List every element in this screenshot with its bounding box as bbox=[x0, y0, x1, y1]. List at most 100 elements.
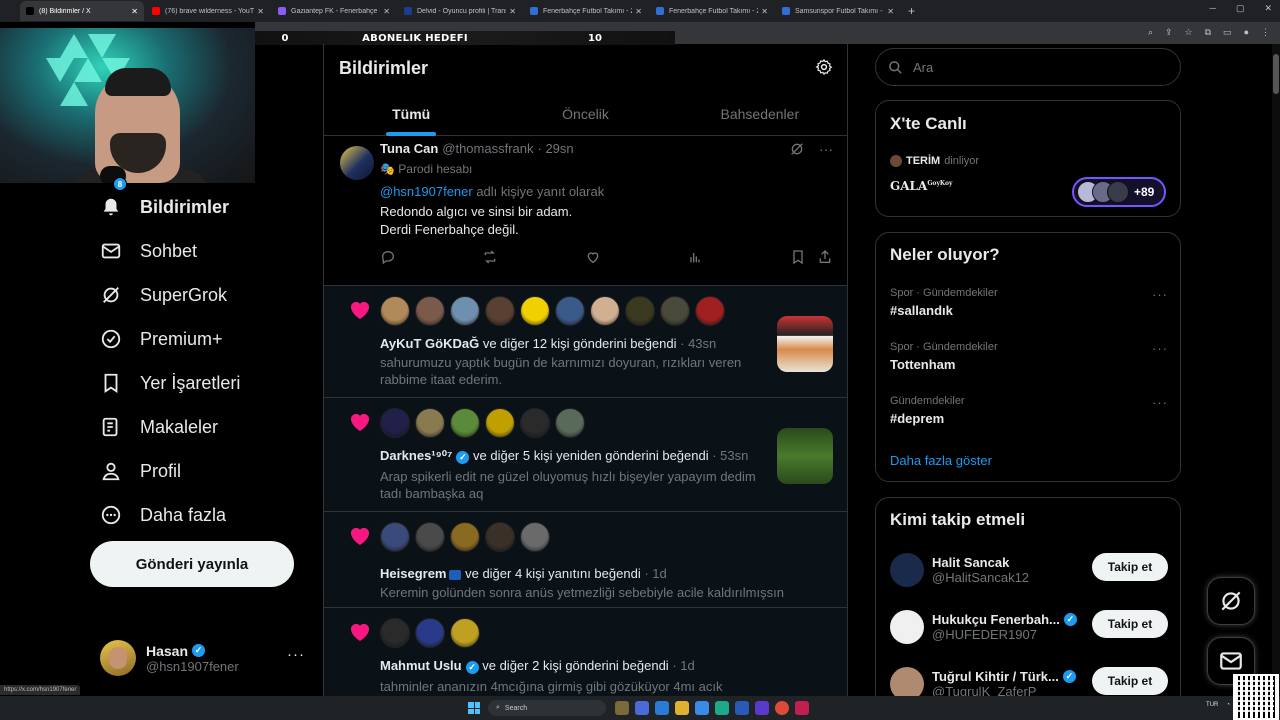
more-options-icon[interactable]: ··· bbox=[287, 646, 305, 663]
share-icon[interactable]: ⇪ bbox=[1165, 27, 1173, 38]
follow-button[interactable]: Takip et bbox=[1092, 553, 1168, 581]
bookmark-icon[interactable] bbox=[790, 249, 806, 265]
close-window-icon[interactable]: ✕ bbox=[1264, 3, 1272, 14]
repost-icon[interactable] bbox=[482, 249, 498, 265]
avatar[interactable] bbox=[450, 522, 480, 552]
browser-tab[interactable]: Fenerbahçe Futbol Takımı - 202 ✕ bbox=[524, 1, 648, 21]
browser-tab[interactable]: Gaziantep FK - Fenerbahçe Maç✕ bbox=[272, 1, 396, 21]
listener-name[interactable]: TERİM bbox=[906, 155, 940, 167]
account-switcher[interactable]: Hasan ✓ @hsn1907fener ··· bbox=[100, 638, 315, 678]
scrollbar-thumb[interactable] bbox=[1273, 54, 1279, 94]
search-input[interactable] bbox=[913, 59, 1153, 75]
avatar[interactable] bbox=[695, 296, 725, 326]
chrome-icon[interactable] bbox=[775, 701, 789, 715]
avatar[interactable] bbox=[660, 296, 690, 326]
follow-button[interactable]: Takip et bbox=[1092, 610, 1168, 638]
notification-user[interactable]: Mahmut Uslu bbox=[380, 658, 462, 673]
tab-mentions[interactable]: Bahsedenler bbox=[673, 92, 847, 136]
avatar[interactable] bbox=[625, 296, 655, 326]
language-indicator[interactable]: TUR bbox=[1206, 702, 1218, 708]
close-tab-icon[interactable]: ✕ bbox=[383, 7, 390, 16]
like-notification[interactable]: AyKuT GöKDaĞ ve diğer 12 kişi gönderini … bbox=[324, 286, 847, 398]
avatar[interactable] bbox=[415, 408, 445, 438]
more-options-icon[interactable]: ··· bbox=[819, 141, 833, 157]
avatar[interactable] bbox=[450, 618, 480, 648]
avatar[interactable] bbox=[890, 553, 924, 587]
like-notification[interactable]: Darknes¹⁹⁰⁷ ✓ ve diğer 5 kişi yeniden gön… bbox=[324, 398, 847, 512]
wifi-icon[interactable]: ◔ bbox=[1226, 702, 1230, 708]
close-tab-icon[interactable]: ✕ bbox=[761, 7, 768, 16]
avatar[interactable] bbox=[415, 522, 445, 552]
browser-tab[interactable]: (8) Bildirimler / X ✕ bbox=[20, 1, 144, 21]
minimize-icon[interactable]: ─ bbox=[1210, 3, 1216, 14]
post-thumbnail[interactable] bbox=[777, 316, 833, 372]
scrollbar[interactable] bbox=[1272, 44, 1280, 696]
avatar[interactable] bbox=[340, 146, 374, 180]
search-box[interactable] bbox=[875, 48, 1181, 86]
close-tab-icon[interactable]: ✕ bbox=[509, 7, 516, 16]
profile-icon[interactable]: ● bbox=[1244, 27, 1249, 38]
show-more-link[interactable]: Daha fazla göster bbox=[890, 453, 992, 468]
close-tab-icon[interactable]: ✕ bbox=[257, 7, 264, 16]
menu-icon[interactable]: ⋮ bbox=[1261, 27, 1270, 38]
folder-icon[interactable] bbox=[675, 701, 689, 715]
windows-start-icon[interactable] bbox=[468, 702, 480, 714]
more-options-icon[interactable]: ··· bbox=[1152, 287, 1168, 302]
zoom-icon[interactable]: ⌕ bbox=[1148, 27, 1153, 38]
star-icon[interactable]: ☆ bbox=[1185, 27, 1193, 38]
notification-user[interactable]: AyKuT GöKDaĞ bbox=[380, 336, 479, 351]
extensions-icon[interactable]: ⧉ bbox=[1205, 27, 1211, 38]
avatar[interactable] bbox=[380, 618, 410, 648]
browser-tab[interactable]: (76) brave wilderness - YouTube✕ bbox=[146, 1, 270, 21]
more-options-icon[interactable]: ··· bbox=[1152, 395, 1168, 410]
views-icon[interactable] bbox=[687, 249, 703, 265]
space-title[interactable]: GALAGoyKoy bbox=[890, 179, 953, 193]
notification-user[interactable]: Darknes¹⁹⁰⁷ bbox=[380, 448, 452, 463]
grok-icon[interactable] bbox=[789, 141, 805, 157]
close-tab-icon[interactable]: ✕ bbox=[635, 7, 642, 16]
gear-icon[interactable] bbox=[815, 58, 833, 76]
taskbar-app-icon[interactable] bbox=[755, 701, 769, 715]
space-listeners-pill[interactable]: +89 bbox=[1072, 177, 1166, 207]
like-notification[interactable]: Heisegrem ve diğer 4 kişi yanıtını beğen… bbox=[324, 512, 847, 608]
avatar[interactable] bbox=[380, 296, 410, 326]
sidebar-icon[interactable]: ▭ bbox=[1223, 27, 1232, 38]
follow-button[interactable]: Takip et bbox=[1092, 667, 1168, 695]
taskbar-app-icon[interactable] bbox=[795, 701, 809, 715]
grok-floating-button[interactable] bbox=[1207, 577, 1255, 625]
follow-suggestion[interactable]: Hukukçu Fenerbah... ✓ @HUFEDER1907 Takip … bbox=[890, 605, 1168, 649]
nav-chat[interactable]: Sohbet bbox=[90, 229, 320, 273]
tab-all[interactable]: Tümü bbox=[324, 92, 498, 136]
nav-notifications[interactable]: 8 Bildirimler bbox=[90, 177, 320, 229]
reply-icon[interactable] bbox=[380, 249, 396, 265]
avatar[interactable] bbox=[485, 296, 515, 326]
avatar[interactable] bbox=[450, 296, 480, 326]
avatar[interactable] bbox=[520, 408, 550, 438]
reply-post[interactable]: Tuna Can @thomassfrank · 29sn ··· 🎭 Paro… bbox=[324, 136, 847, 286]
avatar[interactable] bbox=[415, 618, 445, 648]
avatar[interactable] bbox=[555, 408, 585, 438]
taskbar-app-icon[interactable] bbox=[695, 701, 709, 715]
avatar[interactable] bbox=[590, 296, 620, 326]
trend-item[interactable]: Spor · Gündemdekiler #sallandık ··· bbox=[890, 287, 1168, 318]
like-notification[interactable]: Mahmut Uslu ✓ ve diğer 2 kişi gönderini b… bbox=[324, 608, 847, 696]
nav-more[interactable]: Daha fazla bbox=[90, 493, 320, 537]
taskbar-search[interactable]: ⌕ Search bbox=[488, 700, 606, 716]
maximize-icon[interactable]: ▢ bbox=[1236, 3, 1245, 14]
avatar[interactable] bbox=[380, 408, 410, 438]
tab-priority[interactable]: Öncelik bbox=[498, 92, 672, 136]
taskbar-app-icon[interactable] bbox=[655, 701, 669, 715]
close-tab-icon[interactable]: ✕ bbox=[131, 7, 138, 16]
new-tab-button[interactable]: + bbox=[908, 4, 915, 18]
nav-profile[interactable]: Profil bbox=[90, 449, 320, 493]
mention-link[interactable]: @hsn1907fener bbox=[380, 184, 473, 199]
post-thumbnail[interactable] bbox=[777, 428, 833, 484]
browser-tab[interactable]: Samsunspor Futbol Takımı - 202✕ bbox=[776, 1, 900, 21]
browser-tab[interactable]: Fenerbahçe Futbol Takımı - 202 ✕ bbox=[650, 1, 774, 21]
nav-supergrok[interactable]: SuperGrok bbox=[90, 273, 320, 317]
notification-user[interactable]: Heisegrem bbox=[380, 566, 446, 581]
post-author-name[interactable]: Tuna Can bbox=[380, 141, 438, 156]
taskbar-app-icon[interactable] bbox=[735, 701, 749, 715]
trend-item[interactable]: Gündemdekiler #deprem ··· bbox=[890, 395, 1168, 426]
trend-item[interactable]: Spor · Gündemdekiler Tottenham ··· bbox=[890, 341, 1168, 372]
